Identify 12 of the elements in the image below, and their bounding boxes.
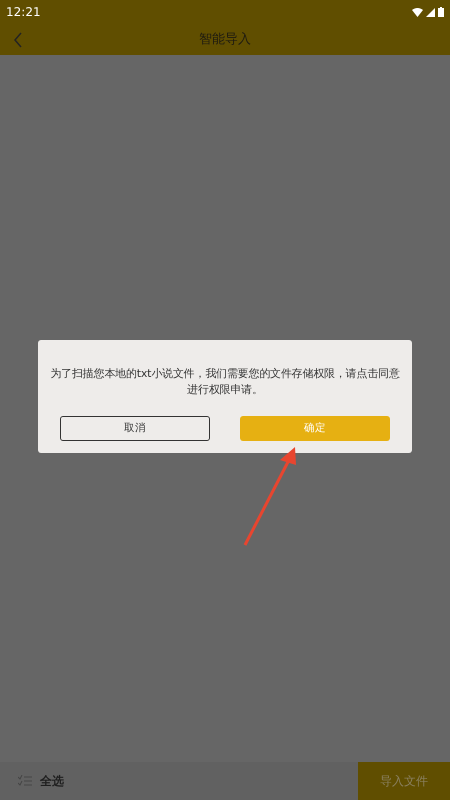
select-all-label[interactable]: 全选	[40, 772, 64, 790]
signal-icon	[426, 8, 435, 16]
import-button[interactable]: 导入文件	[358, 762, 450, 800]
dialog-message: 为了扫描您本地的txt小说文件，我们需要您的文件存储权限，请点击同意进行权限申请。	[49, 366, 401, 398]
cancel-button[interactable]: 取消	[60, 416, 210, 441]
confirm-button[interactable]: 确定	[240, 416, 390, 441]
battery-icon	[438, 7, 444, 17]
checklist-icon[interactable]	[18, 775, 32, 787]
wifi-icon	[412, 8, 423, 16]
status-time: 12:21	[6, 4, 41, 21]
page-title: 智能导入	[199, 30, 251, 49]
back-icon[interactable]	[13, 32, 23, 48]
